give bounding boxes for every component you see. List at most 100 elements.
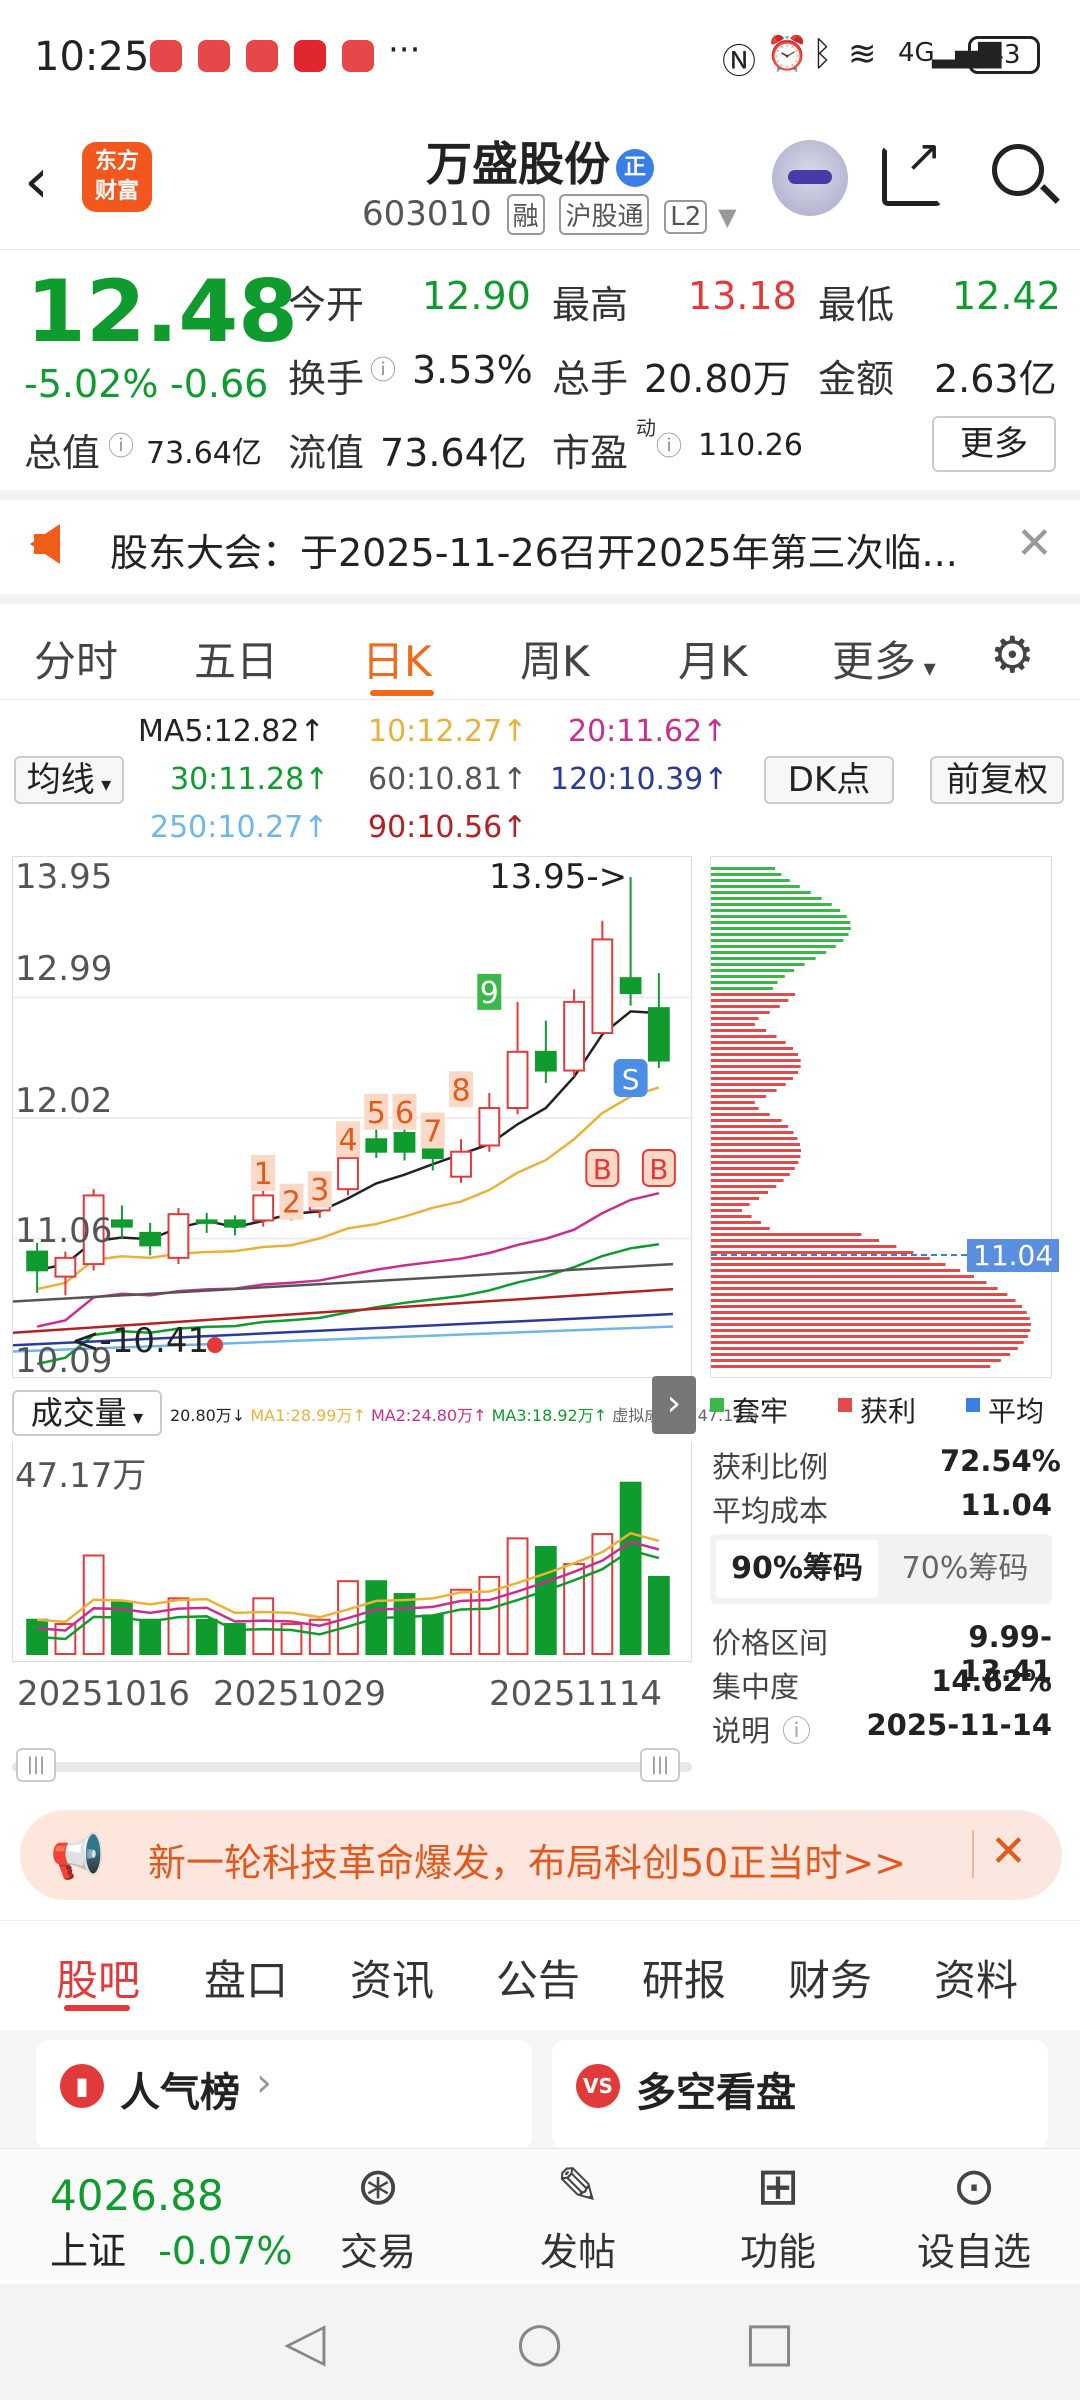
chip-distribution[interactable]: 11.04 [710, 856, 1060, 1378]
bluetooth-icon: ᛒ [812, 34, 833, 74]
expand-arrow-icon[interactable]: › [652, 1376, 696, 1434]
info-icon[interactable]: ⓘ [656, 426, 682, 463]
td-number: 2 [282, 1186, 301, 1221]
chip-tabs: 90%筹码 70%筹码 [710, 1534, 1052, 1604]
buy-signal-label: B [649, 1153, 668, 1186]
market-cap-label: 总值 [24, 431, 101, 475]
notification-icon [150, 40, 182, 72]
vs-icon: VS [576, 2064, 620, 2108]
notice-text[interactable]: 股东大会：于2025-11-26召开2025年第三次临... [110, 522, 958, 577]
close-promo-icon[interactable]: ✕ [990, 1826, 1027, 1877]
chip-bar [711, 1101, 755, 1104]
slider-handle-left[interactable]: ||| [16, 1748, 56, 1782]
tab-daily-k[interactable]: 日K [362, 628, 432, 689]
candle [252, 1194, 275, 1222]
pe-superscript: 动 [636, 416, 656, 440]
promo-banner[interactable]: 📢 新一轮科技革命爆发，布局科创50正当时>> ✕ [20, 1810, 1062, 1900]
td-number: 4 [338, 1123, 357, 1158]
post-button[interactable]: ✎ 发帖 [518, 2157, 638, 2276]
zoom-slider[interactable]: ||| ||| [12, 1748, 692, 1782]
chip-bar [711, 987, 773, 990]
change-amount: -0.66 [170, 362, 269, 406]
stock-code: 603010 [362, 194, 492, 234]
chip-bar [711, 1353, 1011, 1356]
chip-bar [711, 909, 841, 912]
kline-chart[interactable]: 123456789SBB 13.95 12.99 12.02 11.06 10.… [12, 856, 693, 1381]
tab-chip-90[interactable]: 90%筹码 [716, 1540, 878, 1598]
add-watchlist-button[interactable]: ⊙ 设自选 [914, 2157, 1034, 2276]
chip-bar [711, 1335, 1028, 1338]
volume-bar [534, 1545, 557, 1655]
chip-bar [711, 1053, 799, 1056]
tab-research[interactable]: 研报 [642, 1947, 726, 2008]
open-value: 12.90 [422, 274, 531, 318]
notice-bar[interactable]: 股东大会：于2025-11-26召开2025年第三次临... ✕ [0, 500, 1080, 590]
y-axis-label: 13.95 [15, 857, 113, 897]
tab-profile[interactable]: 资料 [934, 1947, 1018, 2008]
tab-news[interactable]: 资讯 [350, 1947, 434, 2008]
chip-bar [711, 993, 795, 996]
tab-finance[interactable]: 财务 [788, 1947, 872, 2008]
chip-bar [711, 1041, 786, 1044]
tab-guba[interactable]: 股吧 [56, 1947, 140, 2008]
chip-bar [711, 1023, 755, 1026]
nav-back-icon[interactable]: ◁ [284, 2310, 326, 2373]
close-icon[interactable]: ✕ [1016, 518, 1053, 569]
volume-chart[interactable]: 47.17万 20251016 20251029 20251114 [12, 1442, 692, 1714]
zheng-badge: 正 [616, 148, 654, 187]
popularity-card[interactable]: ▮ 人气榜 › [36, 2040, 532, 2150]
td-number: 6 [395, 1096, 414, 1131]
chip-bar [711, 1059, 801, 1062]
candle [195, 1219, 218, 1224]
tab-pankou[interactable]: 盘口 [204, 1947, 288, 2008]
dk-point-button[interactable]: DK点 [764, 756, 894, 804]
tab-intraday[interactable]: 分时 [34, 628, 118, 689]
ma-selector-button[interactable]: 均线 ▾ [14, 756, 124, 804]
info-icon[interactable]: ⓘ [108, 426, 134, 463]
tab-monthly-k[interactable]: 月K [678, 628, 748, 689]
chip-bar [711, 1359, 1001, 1362]
index-widget[interactable]: 4026.88 上证 -0.07% [50, 2171, 293, 2275]
chip-bar [711, 927, 851, 930]
gear-icon[interactable]: ⚙ [990, 626, 1035, 684]
bull-bear-card[interactable]: VS 多空看盘 [552, 2040, 1048, 2150]
volume-bar [224, 1623, 246, 1655]
ai-assistant-icon[interactable] [772, 140, 848, 216]
dropdown-icon[interactable]: ▼ [718, 203, 736, 231]
info-icon[interactable]: ⓘ [782, 1708, 811, 1750]
ma20-label: 20:11.62↑ [568, 714, 728, 749]
nav-home-icon[interactable]: ○ [516, 2310, 563, 2373]
slider-handle-right[interactable]: ||| [640, 1748, 680, 1782]
functions-button[interactable]: ⊞ 功能 [718, 2157, 838, 2276]
candle [167, 1213, 190, 1259]
tab-announcements[interactable]: 公告 [496, 1947, 580, 2008]
nav-recents-icon[interactable]: □ [744, 2310, 795, 2373]
search-icon[interactable] [992, 144, 1044, 196]
more-quote-button[interactable]: 更多 [932, 416, 1056, 472]
tab-chip-70[interactable]: 70%筹码 [884, 1540, 1046, 1598]
td-number: 7 [423, 1114, 442, 1149]
tab-weekly-k[interactable]: 周K [520, 628, 590, 689]
indicator-selector[interactable]: 成交量 ▾ [12, 1390, 162, 1436]
chip-bar [711, 1203, 750, 1206]
candle [619, 977, 642, 995]
ma90-label: 90:10.56↑ [368, 810, 528, 845]
candle [337, 1156, 359, 1191]
info-icon[interactable]: ⓘ [370, 350, 396, 387]
chip-bar [711, 1365, 991, 1368]
tab-five-day[interactable]: 五日 [194, 628, 278, 689]
share-icon[interactable] [882, 131, 942, 206]
adjust-button[interactable]: 前复权 [930, 756, 1064, 804]
candle [224, 1219, 246, 1228]
avg-cost-marker: 11.04 [967, 1239, 1060, 1272]
trade-button[interactable]: ⊛ 交易 [318, 2157, 438, 2276]
volume-value: 20.80万 [644, 357, 791, 401]
promo-text[interactable]: 新一轮科技革命爆发，布局科创50正当时>> [148, 1832, 906, 1887]
chip-bar [711, 999, 789, 1002]
chip-bar [711, 873, 782, 876]
chip-bar [711, 945, 836, 948]
tab-more[interactable]: 更多 ▾ [832, 628, 936, 689]
bull-bear-title: 多空看盘 [636, 2070, 796, 2116]
ma5-label: MA5:12.82↑ [138, 714, 325, 749]
stock-header: ‹ 东方 财富 万盛股份正 603010 融 沪股通 L2 ▼ [0, 120, 1080, 250]
